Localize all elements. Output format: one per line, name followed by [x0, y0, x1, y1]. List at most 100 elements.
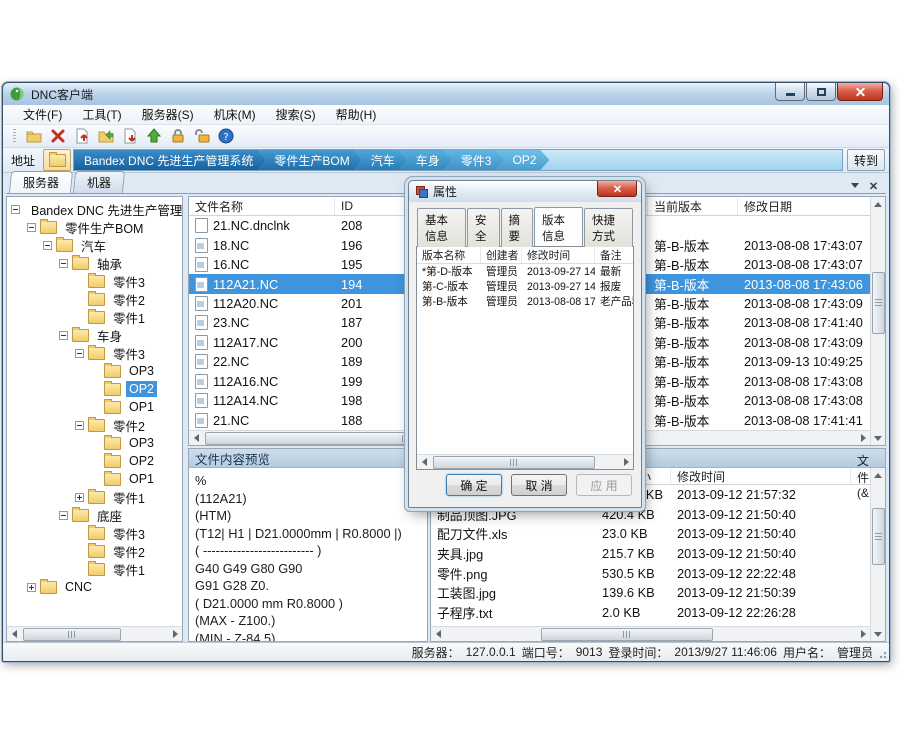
related-row[interactable]: 工装图.jpg139.6 KB2013-09-12 21:50:39: [431, 583, 870, 603]
column-id[interactable]: ID: [335, 197, 415, 215]
unlock-icon[interactable]: [193, 128, 210, 145]
scroll-down-icon[interactable]: [871, 627, 885, 641]
tree-item-carbody[interactable]: 车身: [7, 326, 182, 344]
tree-item[interactable]: 零件2: [7, 290, 182, 308]
cancel-button[interactable]: 取 消: [511, 474, 567, 496]
menu-help[interactable]: 帮助(H): [326, 104, 387, 125]
breadcrumb-root[interactable]: Bandex DNC 先进生产管理系统: [74, 150, 266, 170]
column-version-name[interactable]: 版本名称: [417, 247, 481, 263]
tree-item-bearing[interactable]: 轴承: [7, 254, 182, 272]
scroll-left-icon[interactable]: [189, 431, 203, 445]
scroll-right-icon[interactable]: [168, 627, 182, 641]
menu-machine[interactable]: 机床(M): [204, 104, 266, 125]
scroll-thumb[interactable]: [23, 628, 121, 641]
tree-item[interactable]: 零件3: [7, 272, 182, 290]
version-row[interactable]: 第-B-版本管理员2013-08-08 17:...老产品程序: [417, 294, 633, 309]
help-icon[interactable]: ?: [217, 128, 234, 145]
column-current-version[interactable]: 当前版本: [648, 197, 738, 215]
scroll-up-icon[interactable]: [871, 468, 885, 482]
tree-item-op2-selected[interactable]: OP2: [7, 380, 182, 398]
scroll-left-icon[interactable]: [417, 455, 431, 469]
tab-version-info[interactable]: 版本信息: [534, 207, 583, 246]
tab-menu-icon[interactable]: [851, 183, 859, 188]
dialog-close-button[interactable]: [597, 181, 637, 197]
tree-item[interactable]: 零件3: [7, 344, 182, 362]
column-note[interactable]: 备注: [595, 247, 633, 263]
scroll-thumb[interactable]: [872, 508, 885, 565]
tree-item[interactable]: OP3: [7, 362, 182, 380]
tab-summary[interactable]: 摘要: [501, 208, 534, 247]
tab-shortcut[interactable]: 快捷方式: [584, 208, 633, 247]
column-modified-date[interactable]: 修改日期: [738, 197, 870, 215]
related-row[interactable]: 夹具.jpg215.7 KB2013-09-12 21:50:40: [431, 544, 870, 564]
tree-item[interactable]: 零件2: [7, 416, 182, 434]
breadcrumb-bom[interactable]: 零件生产BOM: [257, 150, 362, 170]
collapse-icon[interactable]: [75, 349, 84, 358]
tree-item[interactable]: 零件1: [7, 488, 182, 506]
version-row[interactable]: *第-D-版本管理员2013-09-27 14:...最新: [417, 264, 633, 279]
related-row[interactable]: 子程序.txt2.0 KB2013-09-12 22:26:28: [431, 603, 870, 623]
related-row[interactable]: 配刀文件.xls23.0 KB2013-09-12 21:50:40: [431, 524, 870, 544]
scroll-right-icon[interactable]: [856, 431, 870, 445]
tree-item[interactable]: OP2: [7, 452, 182, 470]
maximize-button[interactable]: [806, 83, 836, 101]
upload-file-icon[interactable]: [73, 128, 90, 145]
go-button[interactable]: 转到: [847, 149, 885, 171]
expand-icon[interactable]: [75, 493, 84, 502]
resize-grip[interactable]: [877, 649, 887, 659]
scroll-up-icon[interactable]: [871, 197, 885, 211]
tab-server[interactable]: 服务器: [9, 171, 73, 193]
collapse-icon[interactable]: [59, 259, 68, 268]
menu-file[interactable]: 文件(F): [13, 104, 72, 125]
collapse-icon[interactable]: [59, 511, 68, 520]
tree-item-root[interactable]: Bandex DNC 先进生产管理系统: [7, 200, 182, 218]
menu-tools[interactable]: 工具(T): [72, 104, 131, 125]
collapse-icon[interactable]: [59, 331, 68, 340]
column-mtime[interactable]: 修改时间: [671, 468, 851, 484]
expand-icon[interactable]: [27, 583, 36, 592]
tab-close-icon[interactable]: [870, 182, 877, 189]
minimize-button[interactable]: [775, 83, 805, 101]
collapse-icon[interactable]: [11, 205, 20, 214]
tree-item[interactable]: 零件2: [7, 542, 182, 560]
menu-server[interactable]: 服务器(S): [132, 104, 204, 125]
new-folder-icon[interactable]: [25, 128, 42, 145]
menu-search[interactable]: 搜索(S): [266, 104, 326, 125]
tab-basic-info[interactable]: 基本信息: [417, 208, 466, 247]
version-row[interactable]: 第-C-版本管理员2013-09-27 14:...报废: [417, 279, 633, 294]
close-button[interactable]: [837, 83, 883, 101]
tree-item-base[interactable]: 底座: [7, 506, 182, 524]
dialog-title-bar[interactable]: 属性: [409, 181, 641, 202]
apply-button[interactable]: 应 用: [576, 474, 632, 496]
collapse-icon[interactable]: [27, 223, 36, 232]
collapse-icon[interactable]: [75, 421, 84, 430]
receive-folder-icon[interactable]: [97, 128, 114, 145]
scroll-right-icon[interactable]: [856, 627, 870, 641]
scroll-thumb[interactable]: [872, 272, 885, 334]
tree-item-cnc[interactable]: CNC: [7, 578, 182, 596]
scroll-left-icon[interactable]: [7, 627, 21, 641]
collapse-icon[interactable]: [43, 241, 52, 250]
column-creator[interactable]: 创建者: [481, 247, 522, 263]
related-row[interactable]: 零件.png530.5 KB2013-09-12 22:22:48: [431, 563, 870, 583]
scroll-left-icon[interactable]: [431, 627, 445, 641]
tree-item-bom[interactable]: 零件生产BOM: [7, 218, 182, 236]
column-file-name[interactable]: 文件名称: [189, 197, 335, 215]
delete-icon[interactable]: [49, 128, 66, 145]
download-file-icon[interactable]: [121, 128, 138, 145]
scroll-thumb[interactable]: [433, 456, 595, 469]
ok-button[interactable]: 确 定: [446, 474, 502, 496]
tree-item[interactable]: 零件3: [7, 524, 182, 542]
send-up-icon[interactable]: [145, 128, 162, 145]
scroll-down-icon[interactable]: [871, 431, 885, 445]
tree-item[interactable]: 零件1: [7, 560, 182, 578]
lock-icon[interactable]: [169, 128, 186, 145]
scroll-right-icon[interactable]: [619, 455, 633, 469]
tree-item[interactable]: OP1: [7, 398, 182, 416]
tree-item[interactable]: 零件1: [7, 308, 182, 326]
tree-item[interactable]: OP3: [7, 434, 182, 452]
tree-item[interactable]: OP1: [7, 470, 182, 488]
column-modify-time[interactable]: 修改时间: [522, 247, 595, 263]
title-bar[interactable]: DNC客户端: [3, 83, 889, 105]
tab-security[interactable]: 安全: [467, 208, 500, 247]
